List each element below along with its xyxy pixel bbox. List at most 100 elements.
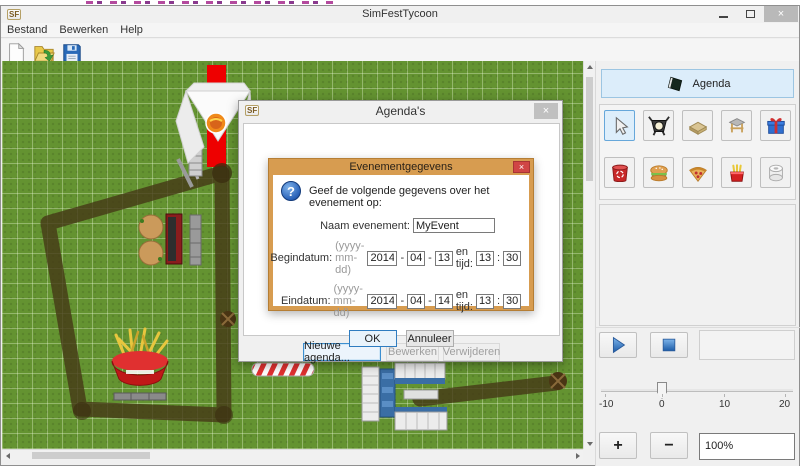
application-window: SF SimFestTycoon × BestandBewerkenHelp (0, 0, 800, 467)
agenda-button[interactable]: Agenda (601, 69, 794, 98)
date-format-hint: (yyyy-mm-dd) (334, 283, 365, 319)
hamburger-icon (648, 162, 670, 184)
burger-stand (139, 214, 201, 265)
scroll-left-button[interactable] (2, 450, 13, 461)
end-year-input[interactable] (367, 294, 397, 309)
date-separator: - (428, 295, 432, 307)
scroll-up-button[interactable] (584, 61, 595, 72)
end-month-input[interactable] (407, 294, 425, 309)
tool-button-scaffold-gate[interactable] (721, 110, 752, 141)
vertical-scrollbar[interactable] (583, 61, 594, 449)
scaffold-gate-icon (726, 115, 748, 137)
background-text-fragment (86, 1, 336, 4)
fries-stand (112, 329, 168, 400)
tool-button-gift-box[interactable] (760, 110, 791, 141)
cancel-button[interactable]: Annuleer (406, 330, 454, 347)
panel-divider (596, 327, 800, 328)
scroll-right-button[interactable] (572, 450, 583, 461)
spotlight-icon (648, 115, 670, 137)
end-time-label: en tijd: (456, 289, 473, 313)
tool-button-hamburger[interactable] (643, 157, 674, 188)
stage-platform-icon (687, 115, 709, 137)
zoom-out-button[interactable]: − (650, 432, 688, 459)
tree (220, 311, 236, 327)
slider-tick (662, 394, 663, 397)
toilet-block (362, 363, 447, 430)
tool-button-french-fries[interactable] (721, 157, 752, 188)
zoom-in-button[interactable]: + (599, 432, 637, 459)
trash-can-icon (609, 162, 631, 184)
agendas-dialog-title: Agenda's (239, 104, 562, 118)
pizza-icon (687, 162, 709, 184)
start-month-input[interactable] (407, 251, 425, 266)
horizontal-scrollbar[interactable] (2, 449, 583, 460)
minimize-button[interactable] (710, 6, 737, 22)
picnic-table (139, 215, 163, 239)
end-minute-input[interactable] (503, 294, 521, 309)
end-hour-input[interactable] (476, 294, 494, 309)
start-hour-input[interactable] (476, 251, 494, 266)
stop-button[interactable] (650, 332, 688, 358)
title-bar[interactable]: SF SimFestTycoon × (1, 6, 799, 23)
scroll-left-icon (6, 453, 10, 459)
stop-icon (659, 335, 679, 355)
side-panel: Agenda (595, 61, 799, 466)
cursor-icon (609, 115, 631, 137)
striped-tent (252, 363, 314, 376)
ok-button[interactable]: OK (349, 330, 397, 347)
event-dialog-titlebar[interactable]: Evenementgegevens × (269, 159, 533, 175)
slider-label-min: -10 (599, 399, 613, 410)
menu-help[interactable]: Help (114, 23, 149, 37)
close-button[interactable]: × (764, 6, 798, 22)
maximize-button[interactable] (737, 6, 764, 22)
tree (549, 372, 567, 390)
vertical-scroll-thumb[interactable] (586, 77, 593, 181)
speed-slider-track[interactable] (601, 389, 793, 392)
menu-bewerken[interactable]: Bewerken (53, 23, 114, 37)
minimize-icon (719, 16, 728, 18)
horizontal-scroll-thumb[interactable] (32, 452, 150, 459)
event-data-dialog: Evenementgegevens × ? Geef de volgende g… (268, 158, 534, 311)
tool-button-toilet-roll[interactable] (760, 157, 791, 188)
slider-tick (724, 394, 725, 397)
tool-button-stage-platform[interactable] (682, 110, 713, 141)
picnic-table (139, 241, 163, 265)
time-separator: : (497, 295, 500, 307)
event-dialog-body: ? Geef de volgende gegevens over het eve… (273, 175, 529, 306)
play-button[interactable] (599, 332, 637, 358)
start-time-label: en tijd: (456, 246, 473, 270)
tool-button-spotlight[interactable] (643, 110, 674, 141)
scroll-right-icon (576, 453, 580, 459)
agendas-dialog-close-button[interactable]: × (534, 103, 558, 119)
zoom-level-field[interactable]: 100% (699, 433, 795, 460)
slider-label-max: 20 (779, 399, 790, 410)
tool-button-pizza[interactable] (682, 157, 713, 188)
name-label: Naam evenement: (320, 220, 410, 232)
path-knot (215, 406, 233, 424)
path-branch (420, 383, 556, 399)
window-title: SimFestTycoon (1, 8, 799, 20)
slider-tick (785, 394, 786, 397)
date-separator: - (400, 252, 404, 264)
start-day-input[interactable] (435, 251, 453, 266)
tool-button-cursor[interactable] (604, 110, 635, 141)
event-dialog-close-button[interactable]: × (513, 161, 530, 173)
event-name-input[interactable] (413, 218, 495, 233)
end-date-row: Eindatum: (yyyy-mm-dd) - - en tijd: : (281, 283, 521, 319)
tool-button-trash-can[interactable] (604, 157, 635, 188)
menu-bestand[interactable]: Bestand (1, 23, 53, 37)
end-day-input[interactable] (435, 294, 453, 309)
gift-box-icon (765, 115, 787, 137)
scroll-down-button[interactable] (584, 438, 595, 449)
slider-tick (605, 394, 606, 397)
end-date-label: Eindatum: (281, 295, 331, 307)
start-year-input[interactable] (367, 251, 397, 266)
start-date-row: Begindatum: (yyyy-mm-dd) - - en tijd: : (281, 240, 521, 276)
path-knot (73, 402, 91, 420)
window-controls: × (710, 6, 798, 22)
start-minute-input[interactable] (503, 251, 521, 266)
agendas-dialog-titlebar[interactable]: SF Agenda's × (239, 101, 562, 121)
tool-palette (599, 104, 796, 200)
event-dialog-title: Evenementgegevens (269, 161, 533, 173)
date-format-hint: (yyyy-mm-dd) (335, 240, 364, 276)
